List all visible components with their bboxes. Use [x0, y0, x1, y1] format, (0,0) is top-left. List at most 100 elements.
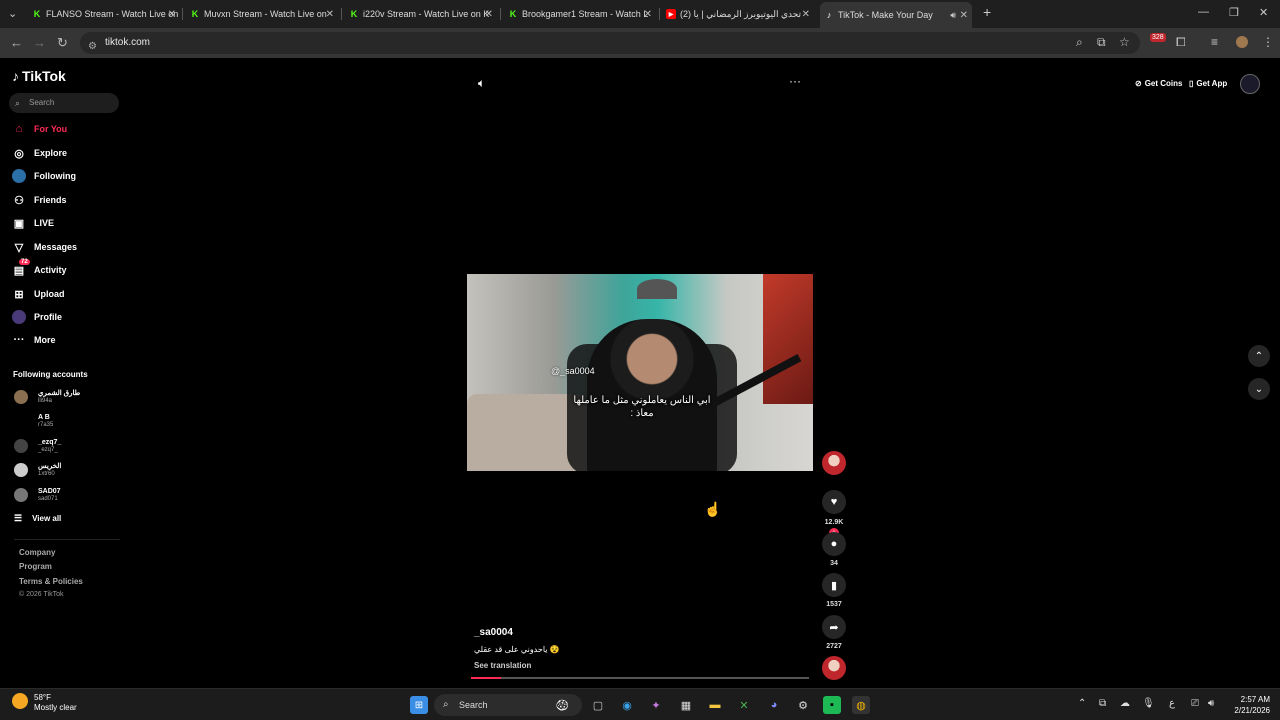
copyright: © 2026 TikTok — [19, 591, 64, 598]
close-icon[interactable]: ✕ — [802, 9, 810, 20]
account-item[interactable]: SAD07 sad071 — [14, 485, 61, 505]
task-view-icon[interactable]: ▢ — [589, 696, 607, 714]
tray-chevron-icon[interactable]: ⌃ — [1078, 698, 1086, 709]
close-icon[interactable]: ✕ — [960, 10, 968, 21]
close-icon[interactable]: ✕ — [485, 9, 493, 20]
tab-tiktok[interactable]: ♪ TikTok - Make Your Day 🔊︎ ✕ — [820, 2, 972, 28]
tab-muvxn[interactable]: K Muvxn Stream - Watch Live on ✕ — [190, 4, 336, 24]
close-icon[interactable]: ✕ — [644, 9, 652, 20]
comment-icon: ● — [830, 538, 838, 550]
nav-activity[interactable]: ▤ 72 Activity — [12, 259, 67, 278]
app-icon[interactable]: ▪ — [823, 696, 841, 714]
reading-list-icon[interactable]: ≡ — [1211, 35, 1218, 49]
get-app-button[interactable]: ▯ Get App — [1189, 74, 1227, 92]
previous-video-button[interactable]: ⌃ — [1248, 345, 1270, 367]
video-progress-bar[interactable] — [471, 677, 809, 679]
nav-messages[interactable]: ▽ Messages — [12, 239, 77, 255]
share-button[interactable]: ➦ — [822, 615, 846, 639]
extension-badge[interactable]: 328 — [1150, 33, 1166, 42]
install-app-icon[interactable]: ⧉ — [1097, 35, 1106, 50]
video-author[interactable]: _sa0004 — [474, 627, 513, 638]
reload-icon[interactable]: ↻ — [57, 35, 68, 51]
tab-i220v[interactable]: K i220v Stream - Watch Live on K ✕ — [349, 4, 495, 24]
speaker-icon[interactable]: 🔊︎ — [950, 10, 956, 21]
see-translation-link[interactable]: See translation — [474, 661, 531, 670]
profile-avatar[interactable] — [1236, 36, 1248, 48]
get-coins-button[interactable]: ⊘ Get Coins — [1135, 74, 1182, 92]
microphone-icon[interactable]: 🎙︎ — [1142, 698, 1155, 709]
footer-terms-link[interactable]: Terms & Policies — [19, 577, 83, 586]
footer-company-link[interactable]: Company — [19, 548, 55, 557]
site-info-icon[interactable]: ⚙ — [88, 36, 97, 58]
tab-flanso[interactable]: K FLANSO Stream - Watch Live on ✕ — [32, 4, 178, 24]
video-frame-lamp — [637, 279, 677, 299]
back-icon[interactable]: ← — [10, 35, 23, 50]
weather-widget[interactable]: 58°F Mostly clear — [12, 693, 77, 713]
tab-youtube[interactable]: ▶ (2) تحدي اليوتيوبرز الرمضاني | يا ✕ — [666, 4, 812, 24]
account-item[interactable]: _ezq7_ _ezq7_ — [14, 436, 61, 456]
view-all-link[interactable]: ☰ View all — [14, 513, 61, 524]
nav-explore[interactable]: ◎ Explore — [12, 145, 67, 161]
system-clock[interactable]: 2:57 AM 2/21/2026 — [1226, 694, 1270, 716]
upload-icon: ⊞ — [14, 288, 24, 301]
onedrive-icon[interactable]: ☁ — [1120, 698, 1130, 709]
account-item[interactable]: A Br7a35 — [14, 411, 53, 431]
nav-label: Friends — [34, 195, 67, 205]
language-indicator[interactable]: ع — [1169, 698, 1175, 709]
nav-upload[interactable]: ⊞ Upload — [12, 286, 64, 302]
more-options-icon[interactable]: ··· — [789, 74, 801, 88]
extensions-icon[interactable]: ⧠ — [1176, 35, 1186, 50]
nav-for-you[interactable]: ⌂ For You — [12, 121, 68, 137]
forward-icon[interactable]: → — [33, 35, 46, 50]
edge-icon[interactable]: ◉ — [618, 696, 636, 714]
sound-avatar[interactable] — [822, 656, 846, 680]
zoom-icon[interactable]: ⌕ — [1076, 35, 1083, 50]
close-icon[interactable]: ✕ — [168, 9, 176, 20]
tiktok-icon: ♪ — [12, 68, 19, 84]
chrome-icon[interactable]: ◍ — [852, 696, 870, 714]
menu-icon[interactable]: ⋮ — [1262, 35, 1274, 49]
windows-start-icon[interactable]: ⊞ — [410, 696, 428, 714]
search-highlight-icon[interactable]: 🍪︎ — [553, 696, 571, 714]
nav-friends[interactable]: ⚇ Friends — [12, 192, 67, 208]
discord-icon[interactable]: ◕ — [765, 696, 783, 714]
tab-search-icon[interactable]: ⌄ — [8, 7, 17, 20]
like-button[interactable]: ♥ — [822, 490, 846, 514]
next-video-button[interactable]: ⌄ — [1248, 378, 1270, 400]
user-avatar[interactable] — [1240, 74, 1260, 94]
network-icon[interactable]: ⎚ — [1191, 698, 1199, 709]
comment-count: 34 — [830, 560, 838, 567]
file-explorer-icon[interactable]: ▬ — [706, 696, 724, 714]
video-description: ياحدوني على قد عقلي 😵 — [474, 645, 560, 654]
store-icon[interactable]: ▦ — [677, 696, 695, 714]
save-button[interactable]: ▮ — [822, 573, 846, 597]
nav-profile[interactable]: Profile — [12, 309, 62, 325]
tray-app-icon[interactable]: ⧉ — [1099, 698, 1106, 709]
chevron-down-icon: ⌄ — [1254, 383, 1264, 395]
url-field[interactable]: ⚙ tiktok.com — [80, 32, 1140, 54]
comment-button[interactable]: ● — [822, 532, 846, 556]
nav-live[interactable]: ▣ LIVE — [12, 215, 54, 231]
close-icon[interactable]: ✕ — [326, 9, 334, 20]
account-item[interactable]: الخريس 1xtr60 — [14, 460, 61, 480]
tab-title: i220v Stream - Watch Live on K — [363, 9, 490, 19]
close-window-icon[interactable]: ✕ — [1259, 6, 1268, 19]
bookmark-star-icon[interactable]: ☆ — [1119, 35, 1130, 49]
tab-brookgamer1[interactable]: K Brookgamer1 Stream - Watch L ✕ — [508, 4, 654, 24]
nav-more[interactable]: ··· More — [12, 332, 56, 348]
creator-avatar[interactable] — [822, 451, 846, 475]
new-tab-icon[interactable]: + — [983, 4, 991, 20]
minimize-icon[interactable]: — — [1198, 6, 1209, 18]
volume-icon[interactable]: 🔊︎ — [1208, 698, 1214, 709]
volume-icon[interactable]: 🔈︎ — [478, 76, 485, 91]
xbox-icon[interactable]: ✕ — [735, 696, 753, 714]
steam-icon[interactable]: ⚙ — [794, 696, 812, 714]
video-player[interactable]: @_sa0004 ابي الناس يعاملوني مثل ما عامله… — [467, 274, 813, 471]
footer-program-link[interactable]: Program — [19, 562, 52, 571]
tiktok-logo[interactable]: ♪ TikTok — [12, 68, 66, 84]
nav-following[interactable]: Following — [12, 168, 76, 184]
copilot-icon[interactable]: ✦ — [647, 696, 665, 714]
search-input[interactable]: ⌕ Search — [9, 93, 119, 113]
restore-icon[interactable]: ❐ — [1229, 6, 1239, 19]
account-item[interactable]: طارق الشمري lli94a — [14, 387, 80, 407]
